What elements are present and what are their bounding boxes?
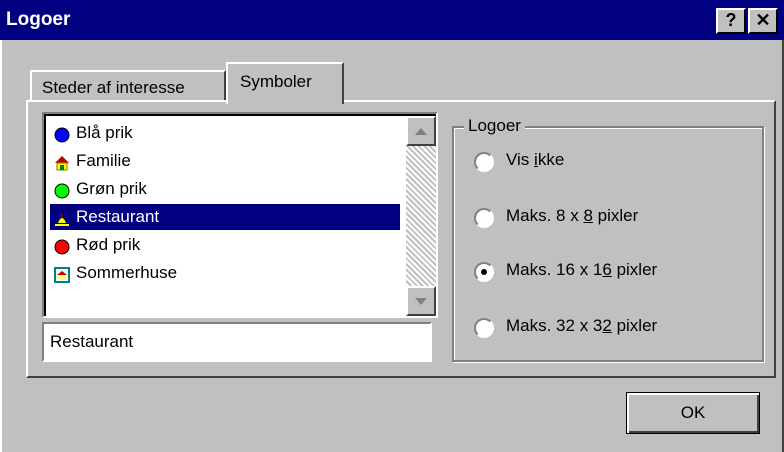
radio-label: Maks. 32 x 32 pixler — [506, 316, 658, 335]
house-icon — [54, 153, 70, 171]
arrow-down-icon — [415, 298, 427, 305]
tab-steder-af-interesse[interactable]: Steder af interesse — [30, 70, 226, 102]
symbol-listbox[interactable]: Blå prik Familie Grøn prik Restaurant Rød pr… — [42, 112, 438, 318]
radio-selected-dot — [481, 269, 487, 275]
accelerator-key: 8 — [583, 206, 593, 225]
close-icon: ✕ — [755, 10, 771, 30]
summerhouse-icon — [54, 265, 70, 283]
red-dot-icon — [54, 237, 70, 255]
help-button[interactable]: ? — [716, 8, 746, 34]
list-item-label: Sommerhuse — [76, 263, 178, 282]
green-dot-icon — [54, 181, 70, 199]
window-title: Logoer — [6, 9, 71, 30]
title-bar: Logoer ? ✕ — [0, 0, 784, 40]
list-item[interactable]: Sommerhuse — [50, 260, 400, 286]
scroll-up-button[interactable] — [406, 116, 436, 146]
list-item[interactable]: Blå prik — [50, 120, 400, 146]
symbol-name-field[interactable]: Restaurant — [42, 322, 432, 362]
symbol-name-value: Restaurant — [50, 332, 134, 351]
radio-label: Vis ikke — [506, 150, 565, 169]
list-item-label: Familie — [76, 151, 131, 170]
list-item[interactable]: Restaurant — [50, 204, 400, 230]
list-item[interactable]: Grøn prik — [50, 176, 400, 202]
vertical-scrollbar[interactable] — [406, 116, 436, 316]
restaurant-icon — [54, 209, 70, 226]
radio-label: Maks. 16 x 16 pixler — [506, 260, 658, 279]
radio-button[interactable] — [474, 262, 494, 282]
radio-button[interactable] — [474, 152, 494, 172]
list-item-label: Grøn prik — [76, 179, 147, 198]
blue-dot-icon — [54, 125, 70, 143]
list-item[interactable]: Rød prik — [50, 232, 400, 258]
tab-label: Steder af interesse — [42, 78, 185, 97]
accelerator-key: 2 — [602, 316, 612, 335]
scroll-down-button[interactable] — [406, 286, 436, 316]
ok-button[interactable]: OK — [626, 392, 760, 434]
list-item-label: Blå prik — [76, 123, 133, 142]
help-icon: ? — [725, 10, 737, 30]
radio-button[interactable] — [474, 208, 494, 228]
list-item-label: Rød prik — [76, 235, 141, 254]
list-item[interactable]: Familie — [50, 148, 400, 174]
logo-group-legend: Logoer — [464, 116, 525, 136]
close-button[interactable]: ✕ — [748, 8, 778, 34]
list-item-label: Restaurant — [76, 207, 160, 226]
ok-label: OK — [680, 403, 706, 422]
radio-label: Maks. 8 x 8 pixler — [506, 206, 639, 225]
tab-label: Symboler — [240, 72, 312, 91]
tab-symboler[interactable]: Symboler — [226, 62, 344, 104]
accelerator-key: 6 — [602, 260, 612, 279]
radio-button[interactable] — [474, 318, 494, 338]
arrow-up-icon — [415, 128, 427, 135]
